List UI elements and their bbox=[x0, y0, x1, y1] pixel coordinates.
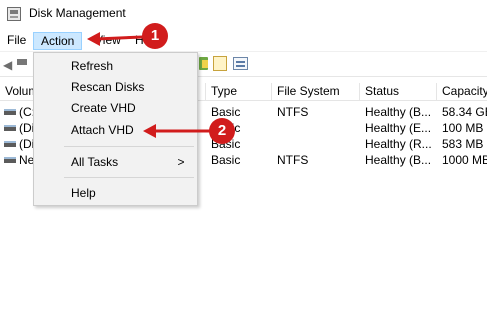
annotation-callout-1: 1 bbox=[142, 23, 168, 49]
cell-capacity: 1000 MB bbox=[442, 153, 487, 167]
menu-item-label: Rescan Disks bbox=[71, 80, 145, 94]
help-icon[interactable] bbox=[213, 56, 227, 71]
forward-arrow-icon[interactable] bbox=[17, 59, 27, 65]
title-bar: Disk Management bbox=[0, 0, 487, 28]
menu-item-refresh[interactable]: Refresh bbox=[34, 56, 197, 76]
properties-icon[interactable] bbox=[199, 57, 208, 70]
cell-capacity: 58.34 GB bbox=[442, 105, 487, 119]
menu-item-create-vhd[interactable]: Create VHD bbox=[34, 98, 197, 118]
back-arrow-icon[interactable]: ◀ bbox=[3, 58, 12, 72]
cell-capacity: 583 MB bbox=[442, 137, 484, 151]
menu-item-attach-vhd[interactable]: Attach VHD bbox=[34, 120, 197, 140]
column-header-file-system[interactable]: File System bbox=[272, 83, 360, 101]
menu-item-label: Create VHD bbox=[71, 101, 136, 115]
menu-separator bbox=[64, 146, 194, 147]
cell-capacity: 100 MB bbox=[442, 121, 484, 135]
column-header-status[interactable]: Status bbox=[360, 83, 437, 101]
list-view-icon[interactable] bbox=[233, 57, 248, 70]
cell-status: Healthy (B... bbox=[365, 105, 432, 119]
cell-file-system bbox=[272, 136, 360, 152]
cell-file-system: NTFS bbox=[277, 153, 309, 167]
cell-type: Basic bbox=[211, 153, 241, 167]
menu-item-label: All Tasks bbox=[71, 155, 119, 169]
cell-status: Healthy (R... bbox=[365, 137, 432, 151]
column-header-capacity[interactable]: Capacity bbox=[437, 83, 487, 101]
action-dropdown-menu: Refresh Rescan Disks Create VHD Attach V… bbox=[33, 52, 198, 206]
cell-file-system: NTFS bbox=[277, 105, 309, 119]
menu-item-label: Help bbox=[71, 186, 96, 200]
chevron-right-icon: > bbox=[177, 155, 185, 169]
menu-item-help[interactable]: Help bbox=[34, 183, 197, 203]
window-title: Disk Management bbox=[29, 6, 126, 20]
cell-status: Healthy (E... bbox=[365, 121, 432, 135]
menu-view[interactable]: View bbox=[88, 32, 128, 50]
cell-status: Healthy (B... bbox=[365, 153, 432, 167]
menu-bar: File Action View Help bbox=[0, 29, 487, 52]
menu-item-label: Refresh bbox=[71, 59, 114, 73]
column-header-type[interactable]: Type bbox=[206, 83, 272, 101]
menu-item-all-tasks[interactable]: All Tasks > bbox=[34, 152, 197, 172]
menu-item-rescan-disks[interactable]: Rescan Disks bbox=[34, 77, 197, 97]
menu-file[interactable]: File bbox=[0, 32, 33, 50]
menu-item-label: Attach VHD bbox=[71, 123, 134, 137]
cell-type: Basic bbox=[211, 105, 241, 119]
menu-action[interactable]: Action bbox=[33, 32, 83, 50]
annotation-callout-2: 2 bbox=[209, 118, 235, 144]
menu-separator bbox=[64, 177, 194, 178]
cell-file-system bbox=[272, 120, 360, 136]
disk-management-icon bbox=[7, 7, 21, 21]
